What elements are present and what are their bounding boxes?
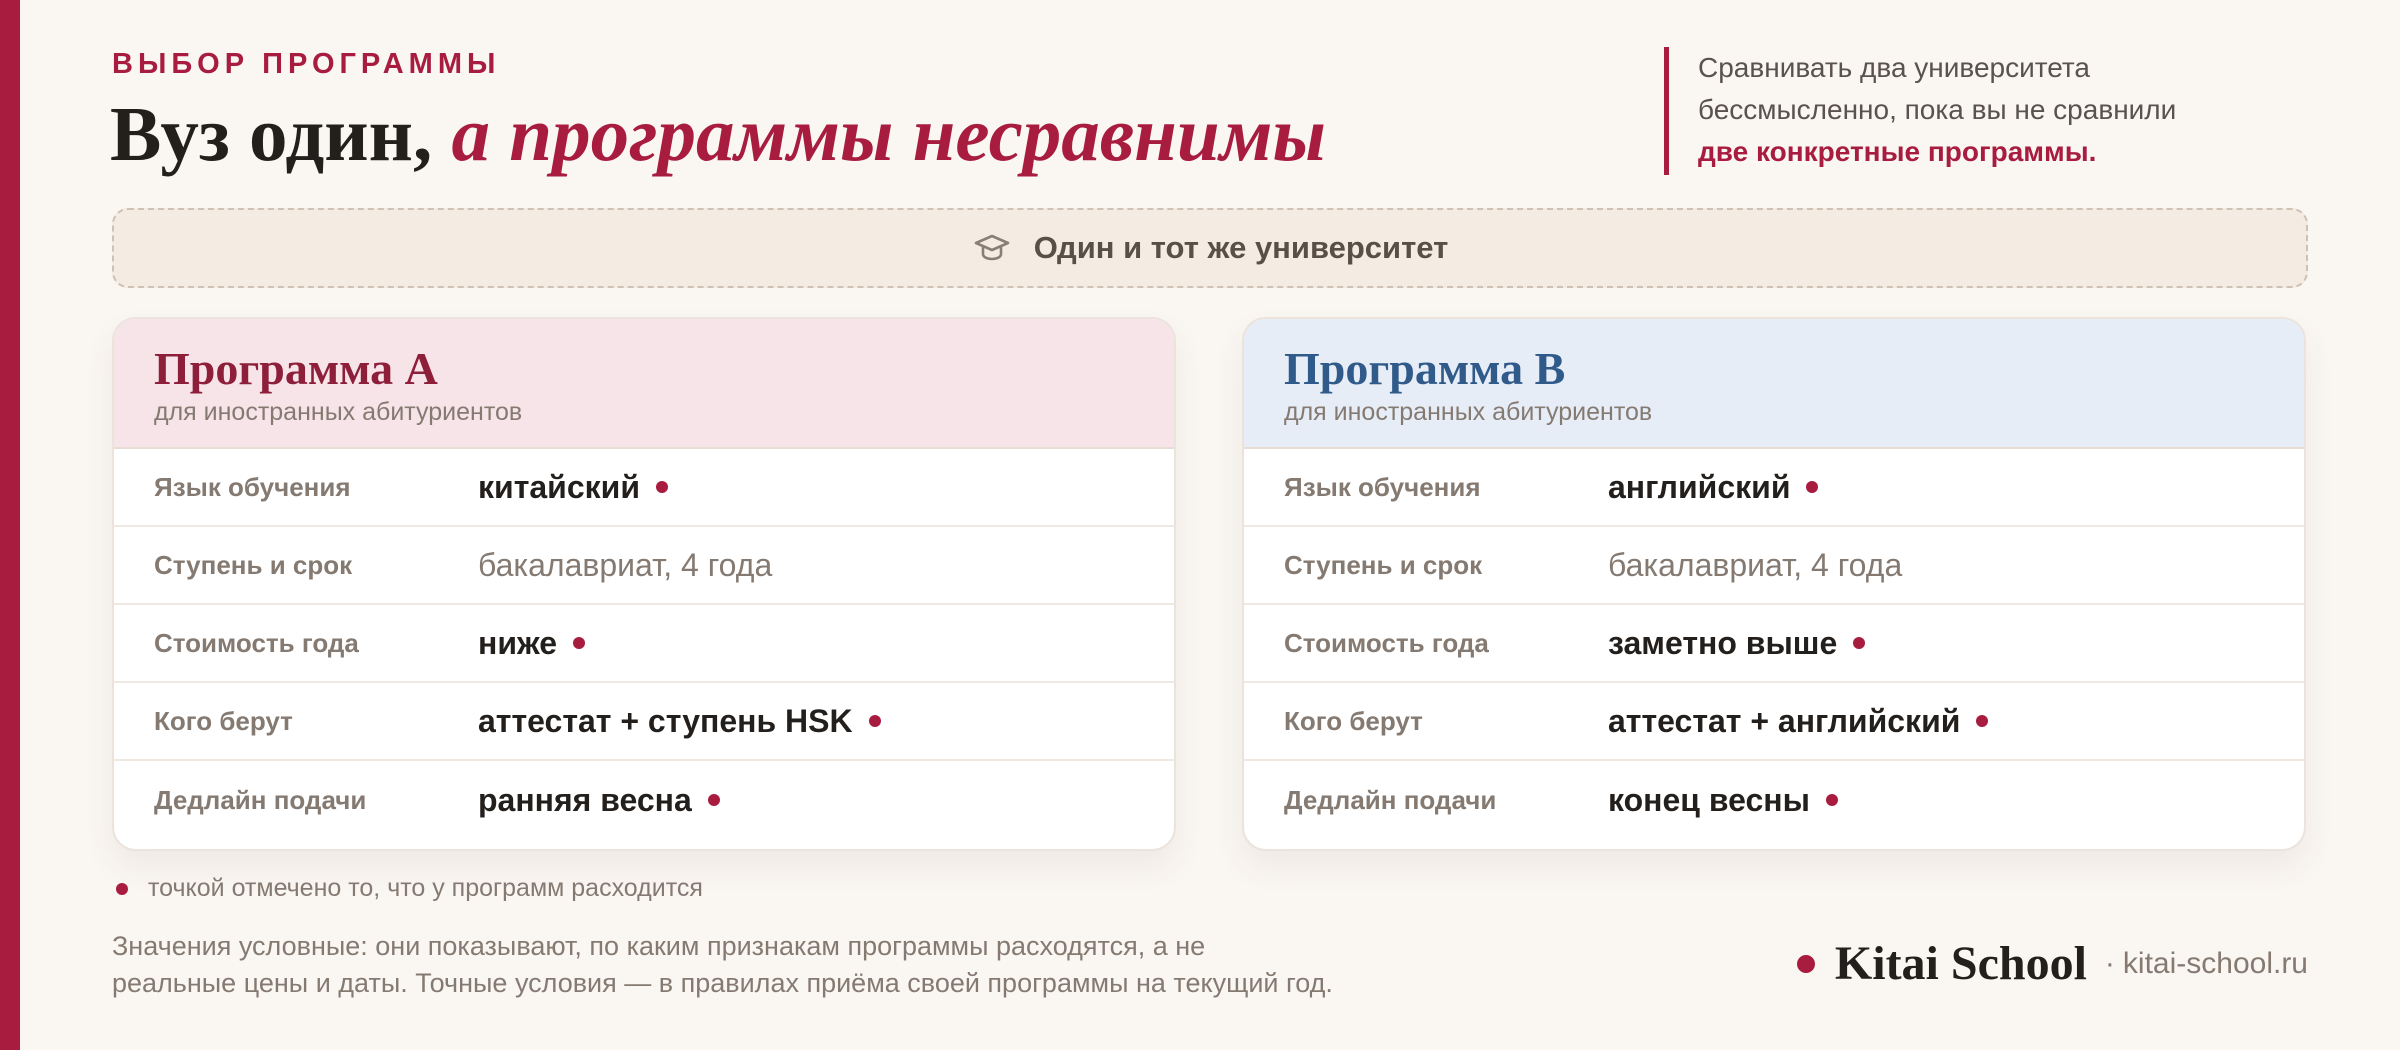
- difference-dot-icon: [707, 794, 720, 806]
- row-value-text: ранняя весна: [478, 781, 692, 818]
- brand-url-link[interactable]: kitai-school.ru: [2123, 947, 2308, 981]
- row-value-text: заметно выше: [1608, 624, 1838, 661]
- row-label: Язык обучения: [1284, 471, 1481, 502]
- disclaimer: Значения условные: они показывают, по ка…: [112, 928, 1412, 1002]
- row-value: конец весны: [1608, 782, 1838, 819]
- table-row: Дедлайн подачи ранняя весна: [114, 761, 1174, 839]
- row-label: Стоимость года: [154, 627, 359, 658]
- side-note-emphasis: две конкретные программы.: [1698, 136, 2097, 167]
- table-row: Дедлайн подачи конец весны: [1244, 761, 2304, 839]
- university-banner: Один и тот же университет: [112, 208, 2308, 288]
- row-value-text: английский: [1608, 468, 1791, 505]
- row-value: бакалавриат, 4 года: [1608, 547, 1902, 584]
- row-value-text: бакалавриат, 4 года: [478, 546, 773, 583]
- table-row: Кого берут аттестат + ступень HSK: [114, 683, 1174, 761]
- university-banner-text: Один и тот же университет: [1033, 230, 1449, 265]
- difference-dot-icon: [1976, 715, 1989, 727]
- program-a-header: Программа A для иностранных абитуриентов: [114, 319, 1174, 449]
- program-a-title: Программа A: [154, 343, 438, 394]
- table-row: Кого берут аттестат + английский: [1244, 683, 2304, 761]
- brand-name: Kitai School: [1834, 937, 2087, 990]
- brand: Kitai School · kitai-school.ru: [1796, 936, 2308, 991]
- row-value: аттестат + ступень HSK: [478, 703, 881, 740]
- row-value: заметно выше: [1608, 624, 1866, 662]
- page-title-accent: а программы несравнимы: [451, 91, 1326, 177]
- row-label: Дедлайн подачи: [154, 784, 367, 815]
- table-row: Стоимость года заметно выше: [1244, 605, 2304, 683]
- row-value: аттестат + английский: [1608, 702, 1989, 740]
- row-value-text: конец весны: [1608, 781, 1810, 818]
- difference-dot-icon: [1825, 794, 1838, 806]
- program-a-subtitle: для иностранных абитуриентов: [154, 397, 523, 426]
- program-a-card: Программа A для иностранных абитуриентов…: [112, 317, 1176, 851]
- left-accent-bar: [0, 0, 20, 1050]
- brand-separator: ·: [2104, 946, 2115, 980]
- brand-dot-icon: [1796, 954, 1815, 973]
- row-value: английский: [1608, 468, 1819, 506]
- graduation-cap-icon: [972, 228, 1012, 268]
- page: ВЫБОР ПРОГРАММЫ Вуз один, а программы не…: [0, 0, 2400, 1050]
- table-row: Язык обучения английский: [1244, 449, 2304, 527]
- row-label: Ступень и срок: [154, 549, 353, 580]
- legend-text: точкой отмечено то, что у программ расхо…: [148, 874, 703, 902]
- row-value: ранняя весна: [478, 782, 720, 819]
- side-note: Сравнивать два университета бессмысленно…: [1664, 47, 2304, 175]
- table-row: Язык обучения китайский: [114, 449, 1174, 527]
- row-value-text: аттестат + ступень HSK: [478, 702, 853, 739]
- row-label: Ступень и срок: [1284, 549, 1483, 580]
- row-label: Кого берут: [154, 705, 293, 736]
- side-note-line: бессмысленно, пока вы не сравнили: [1698, 94, 2177, 125]
- row-value: ниже: [478, 624, 586, 662]
- difference-dot-icon: [573, 637, 586, 649]
- row-label: Стоимость года: [1284, 627, 1489, 658]
- legend: точкой отмечено то, что у программ расхо…: [116, 874, 703, 903]
- disclaimer-line: Значения условные: они показывают, по ка…: [112, 931, 1206, 961]
- program-b-header: Программа B для иностранных абитуриентов: [1244, 319, 2304, 449]
- program-b-title: Программа B: [1284, 343, 1566, 394]
- page-title: Вуз один, а программы несравнимы: [110, 88, 1326, 180]
- disclaimer-line: реальные цены и даты. Точные условия — в…: [112, 968, 1333, 998]
- row-label: Дедлайн подачи: [1284, 784, 1497, 815]
- difference-dot-icon: [1853, 637, 1866, 649]
- difference-dot-icon: [1806, 481, 1819, 493]
- page-title-plain: Вуз один,: [110, 91, 452, 177]
- difference-dot-icon: [655, 481, 668, 493]
- program-b-subtitle: для иностранных абитуриентов: [1284, 397, 1653, 426]
- row-value-text: бакалавриат, 4 года: [1608, 546, 1903, 583]
- row-value: китайский: [478, 469, 668, 506]
- row-label: Кого берут: [1284, 705, 1423, 736]
- difference-dot-icon: [868, 715, 881, 727]
- row-value-text: ниже: [478, 624, 558, 661]
- table-row: Стоимость года ниже: [114, 605, 1174, 683]
- table-row: Ступень и срок бакалавриат, 4 года: [1244, 527, 2304, 605]
- side-note-line: Сравнивать два университета: [1698, 52, 2090, 83]
- row-label: Язык обучения: [154, 471, 351, 502]
- program-b-card: Программа B для иностранных абитуриентов…: [1242, 317, 2306, 851]
- table-row: Ступень и срок бакалавриат, 4 года: [114, 527, 1174, 605]
- row-value-text: китайский: [478, 468, 640, 505]
- legend-dot-icon: [116, 882, 128, 895]
- row-value: бакалавриат, 4 года: [478, 547, 772, 584]
- row-value-text: аттестат + английский: [1608, 702, 1961, 739]
- eyebrow-label: ВЫБОР ПРОГРАММЫ: [112, 48, 501, 80]
